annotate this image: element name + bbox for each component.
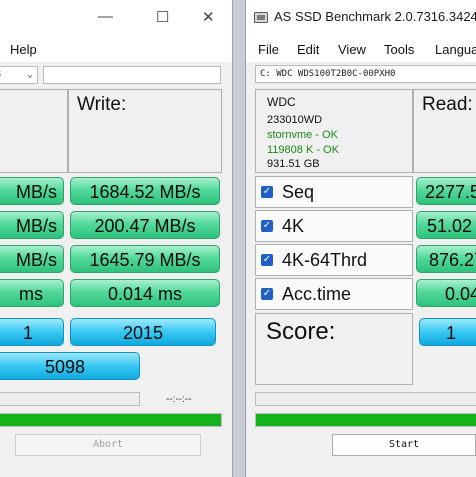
chevron-down-icon: ⌄ xyxy=(26,69,33,80)
maximize-button[interactable]: ☐ xyxy=(156,8,169,26)
title-bar: AS SSD Benchmark 2.0.7316.34247 xyxy=(246,0,476,34)
progress-fill xyxy=(0,414,221,426)
read-header: Read: xyxy=(422,94,473,115)
drive-select[interactable]: C: WDC WDS100T2B0C-00PXH0 xyxy=(255,65,476,83)
elapsed-bar xyxy=(255,392,476,406)
4k-checkbox[interactable]: ✓ xyxy=(261,220,273,232)
window-title: AS SSD Benchmark 2.0.7316.34247 xyxy=(274,9,476,24)
score-panel: Score: xyxy=(255,313,413,385)
menu-bar: File Edit View Tools Language xyxy=(246,34,476,62)
acctime-read-value: ms xyxy=(0,279,64,307)
elapsed-bar xyxy=(0,392,140,406)
read-score: 1 xyxy=(419,318,476,346)
title-bar: — ☐ ✕ xyxy=(0,0,232,34)
seq-checkbox[interactable]: ✓ xyxy=(261,186,273,198)
drive-info-panel: WDC 233010WD stornvme - OK 119808 K - OK… xyxy=(255,89,413,173)
as-ssd-window-left: — ☐ ✕ Help B⌄ Write: MB/s 1684.52 MB/s M… xyxy=(0,0,233,477)
start-button[interactable]: Start xyxy=(332,434,476,456)
progress-bar xyxy=(255,413,476,427)
4k64thrd-checkbox[interactable]: ✓ xyxy=(261,254,273,266)
menu-edit[interactable]: Edit xyxy=(297,42,319,57)
menu-language[interactable]: Language xyxy=(435,42,476,57)
seq-read-value: 2277.59 xyxy=(416,177,476,205)
write-header-panel: Write: xyxy=(68,89,222,173)
alignment-status: 119808 K - OK xyxy=(267,144,339,156)
menu-view[interactable]: View xyxy=(338,42,366,57)
drive-capacity: 931.51 GB xyxy=(267,158,320,170)
progress-fill xyxy=(256,414,476,426)
menu-help[interactable]: Help xyxy=(10,42,37,57)
4k64thrd-label: 4K-64Thrd xyxy=(282,250,368,270)
seq-write-value: 1684.52 MB/s xyxy=(70,177,220,205)
app-icon xyxy=(254,12,268,23)
menu-tools[interactable]: Tools xyxy=(384,42,414,57)
row-acctime: ✓ Acc.time xyxy=(255,278,413,310)
close-button[interactable]: ✕ xyxy=(202,8,215,26)
read-score: 1 xyxy=(0,318,64,346)
menu-bar: Help xyxy=(0,34,232,62)
acctime-read-value: 0.046 xyxy=(416,279,476,307)
row-seq: ✓ Seq xyxy=(255,176,413,208)
write-score: 2015 xyxy=(70,318,216,346)
4k-read-value: 51.02 xyxy=(416,211,476,239)
abort-button[interactable]: Abort xyxy=(15,434,201,456)
row-4k64thrd: ✓ 4K-64Thrd xyxy=(255,244,413,276)
4k64-write-value: 1645.79 MB/s xyxy=(70,245,220,273)
drive-vendor: WDC xyxy=(267,95,296,109)
acctime-label: Acc.time xyxy=(282,284,352,304)
elapsed-time: --:--:-- xyxy=(166,394,192,405)
progress-bar xyxy=(0,413,222,427)
drive-firmware: 233010WD xyxy=(267,114,323,126)
row-4k: ✓ 4K xyxy=(255,210,413,242)
read-header-panel: Read: xyxy=(413,89,476,173)
benchmark-select[interactable] xyxy=(43,66,221,84)
4k-label: 4K xyxy=(282,216,305,236)
total-score: 5098 xyxy=(0,352,140,380)
driver-status: stornvme - OK xyxy=(267,129,338,141)
4k-read-value: MB/s xyxy=(0,211,64,239)
acctime-write-value: 0.014 ms xyxy=(70,279,220,307)
score-label: Score: xyxy=(266,318,336,345)
as-ssd-window-right: AS SSD Benchmark 2.0.7316.34247 File Edi… xyxy=(245,0,476,477)
write-header: Write: xyxy=(77,94,127,115)
4k-write-value: 200.47 MB/s xyxy=(70,211,220,239)
drive-select[interactable]: B⌄ xyxy=(0,66,38,84)
seq-read-value: MB/s xyxy=(0,177,64,205)
menu-file[interactable]: File xyxy=(258,42,279,57)
acctime-checkbox[interactable]: ✓ xyxy=(261,288,273,300)
minimize-button[interactable]: — xyxy=(98,8,113,25)
4k64-read-value: MB/s xyxy=(0,245,64,273)
4k64thrd-read-value: 876.27 xyxy=(416,245,476,273)
drive-info-panel xyxy=(0,89,68,173)
seq-label: Seq xyxy=(282,182,315,202)
